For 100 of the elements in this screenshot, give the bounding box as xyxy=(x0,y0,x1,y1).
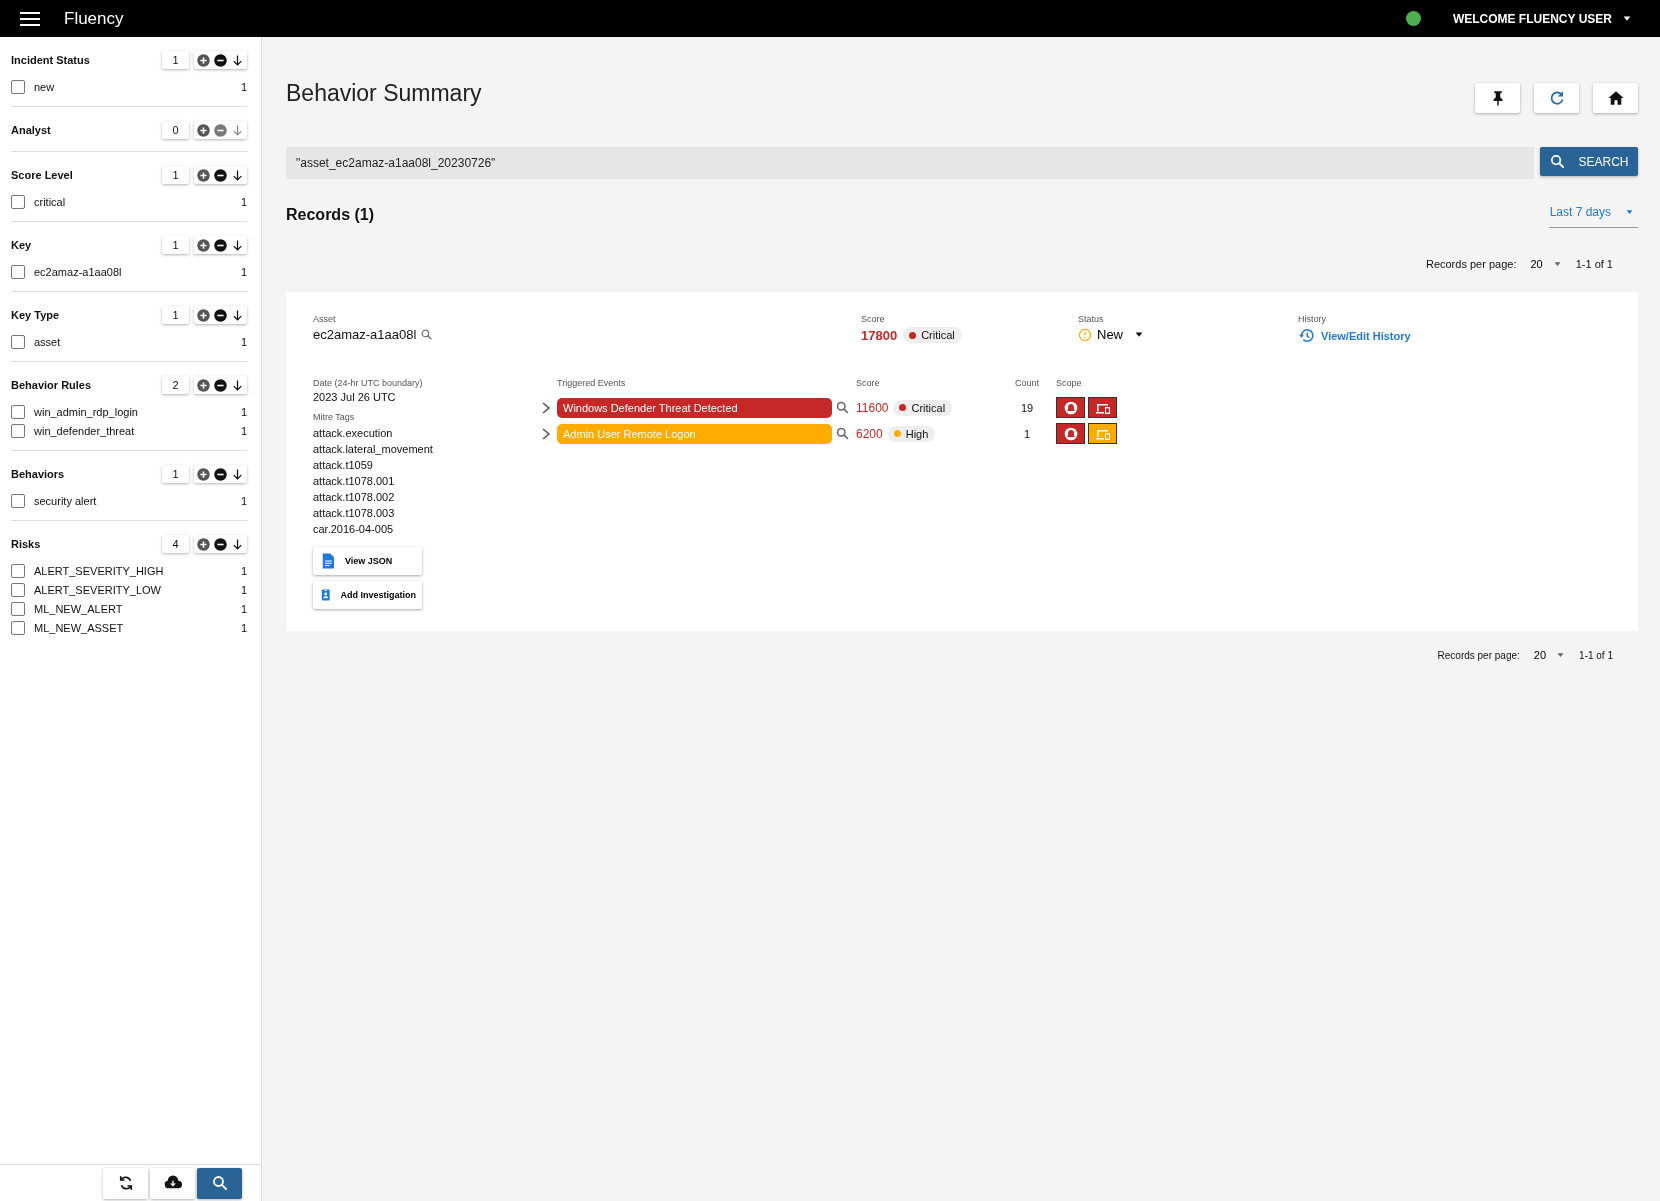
option-count: 1 xyxy=(240,583,247,596)
option-count: 1 xyxy=(240,195,247,208)
option-count: 1 xyxy=(240,424,247,437)
plus-icon[interactable] xyxy=(196,377,211,393)
warning-icon xyxy=(1078,327,1092,342)
user-menu[interactable]: WELCOME FLUENCY USER xyxy=(1446,10,1638,27)
filter-title: Key xyxy=(11,239,33,251)
field-label: Asset xyxy=(313,314,337,324)
view-json-button[interactable]: View JSON xyxy=(313,547,422,575)
filter-count: 1 xyxy=(162,306,189,324)
field-label: Date (24-hr UTC boundary) xyxy=(313,378,424,388)
refresh-button[interactable] xyxy=(1534,83,1579,113)
home-icon xyxy=(1606,89,1625,107)
rows-per-page-label: Records per page: xyxy=(1437,649,1520,661)
plus-icon[interactable] xyxy=(196,167,211,183)
field-label: Score xyxy=(861,314,886,324)
event-count: 19 xyxy=(1019,401,1035,414)
score-value: 17800 xyxy=(861,327,898,343)
sync-button[interactable] xyxy=(103,1167,148,1199)
minus-icon[interactable] xyxy=(213,536,228,552)
option-count: 1 xyxy=(240,564,247,577)
filter-option: security alert xyxy=(34,494,241,507)
filter-title: Behavior Rules xyxy=(11,379,93,391)
caret-icon xyxy=(1622,14,1632,23)
severity-label: High xyxy=(905,427,929,440)
search-button[interactable] xyxy=(197,1167,242,1199)
menu-icon[interactable] xyxy=(20,11,40,26)
time-range-dropdown[interactable]: Last 7 days xyxy=(1548,201,1638,228)
plus-icon[interactable] xyxy=(196,52,211,68)
option-count: 1 xyxy=(240,494,247,507)
home-button[interactable] xyxy=(1593,83,1638,113)
filter-title: Risks xyxy=(11,538,42,550)
filter-option: new xyxy=(34,80,241,93)
filter-option: critical xyxy=(34,195,241,208)
plus-icon[interactable] xyxy=(196,536,211,552)
page-range: 1-1 of 1 xyxy=(1579,649,1613,661)
minus-icon[interactable] xyxy=(213,52,228,68)
column-header: Score xyxy=(856,378,881,388)
minus-icon[interactable] xyxy=(213,307,228,323)
mitre-tag: car.2016-04-005 xyxy=(313,521,541,537)
plus-icon[interactable] xyxy=(196,237,211,253)
status-dropdown[interactable]: New xyxy=(1078,327,1144,342)
rows-per-page-select[interactable]: 20 xyxy=(1530,258,1562,270)
field-label: Mitre Tags xyxy=(313,412,356,422)
filter-count: 4 xyxy=(162,535,189,553)
filter-count: 1 xyxy=(162,51,189,69)
records-heading: Records (1) xyxy=(286,205,376,224)
asset-name: ec2amaz-a1aa08l xyxy=(313,327,417,342)
mitre-tag: attack.t1078.001 xyxy=(313,473,541,489)
add-investigation-button[interactable]: Add Investigation xyxy=(313,581,422,609)
cloud-download-button[interactable] xyxy=(150,1167,195,1199)
caret-icon xyxy=(1134,330,1144,339)
filter-count: 1 xyxy=(162,465,189,483)
plus-icon[interactable] xyxy=(196,122,211,138)
checkbox[interactable] xyxy=(11,264,25,279)
search-button[interactable]: SEARCH xyxy=(1540,147,1638,176)
search-icon xyxy=(835,426,850,441)
option-count: 1 xyxy=(240,602,247,615)
checkbox[interactable] xyxy=(11,423,25,438)
minus-icon[interactable] xyxy=(213,377,228,393)
minus-icon[interactable] xyxy=(213,237,228,253)
column-header: Scope xyxy=(1056,378,1083,388)
search-icon xyxy=(1549,153,1567,170)
checkbox[interactable] xyxy=(11,334,25,349)
caret-icon xyxy=(1625,208,1634,216)
checkbox[interactable] xyxy=(11,404,25,419)
filter-option: ALERT_SEVERITY_HIGH xyxy=(34,564,241,577)
plus-icon[interactable] xyxy=(196,307,211,323)
filter-title: Analyst xyxy=(11,124,52,136)
checkbox[interactable] xyxy=(11,563,25,578)
minus-icon[interactable] xyxy=(213,466,228,482)
minus-icon[interactable] xyxy=(213,167,228,183)
checkbox[interactable] xyxy=(11,620,25,635)
event-count: 1 xyxy=(1022,427,1032,440)
history-link[interactable]: View/Edit History xyxy=(1298,327,1611,344)
filter-title: Behaviors xyxy=(11,468,66,480)
score-value: 6200 xyxy=(856,426,883,441)
severity-label: Critical xyxy=(911,401,946,414)
mitre-tag: attack.lateral_movement xyxy=(313,441,541,457)
search-field[interactable]: "asset_ec2amaz-a1aa08l_20230726" xyxy=(286,147,1534,179)
pin-button[interactable] xyxy=(1475,83,1520,113)
chevron-right-icon[interactable] xyxy=(541,401,551,414)
score-value: 11600 xyxy=(856,400,889,415)
mitre-tag: attack.t1078.003 xyxy=(313,505,541,521)
checkbox[interactable] xyxy=(11,194,25,209)
checkbox[interactable] xyxy=(11,79,25,94)
checkbox[interactable] xyxy=(11,601,25,616)
rows-per-page-select[interactable]: 20 xyxy=(1533,649,1566,661)
checkbox[interactable] xyxy=(11,582,25,597)
chevron-right-icon[interactable] xyxy=(541,427,551,440)
plus-icon[interactable] xyxy=(196,466,211,482)
column-header: Triggered Events xyxy=(557,378,627,388)
event-bar[interactable]: Windows Defender Threat Detected xyxy=(557,397,832,418)
filter-count: 1 xyxy=(162,236,189,254)
filter-option: ML_NEW_ASSET xyxy=(34,621,241,634)
filter-title: Score Level xyxy=(11,169,74,181)
option-count: 1 xyxy=(240,405,247,418)
history-icon xyxy=(1298,327,1315,344)
checkbox[interactable] xyxy=(11,493,25,508)
filter-option: ec2amaz-a1aa08l xyxy=(34,265,241,278)
